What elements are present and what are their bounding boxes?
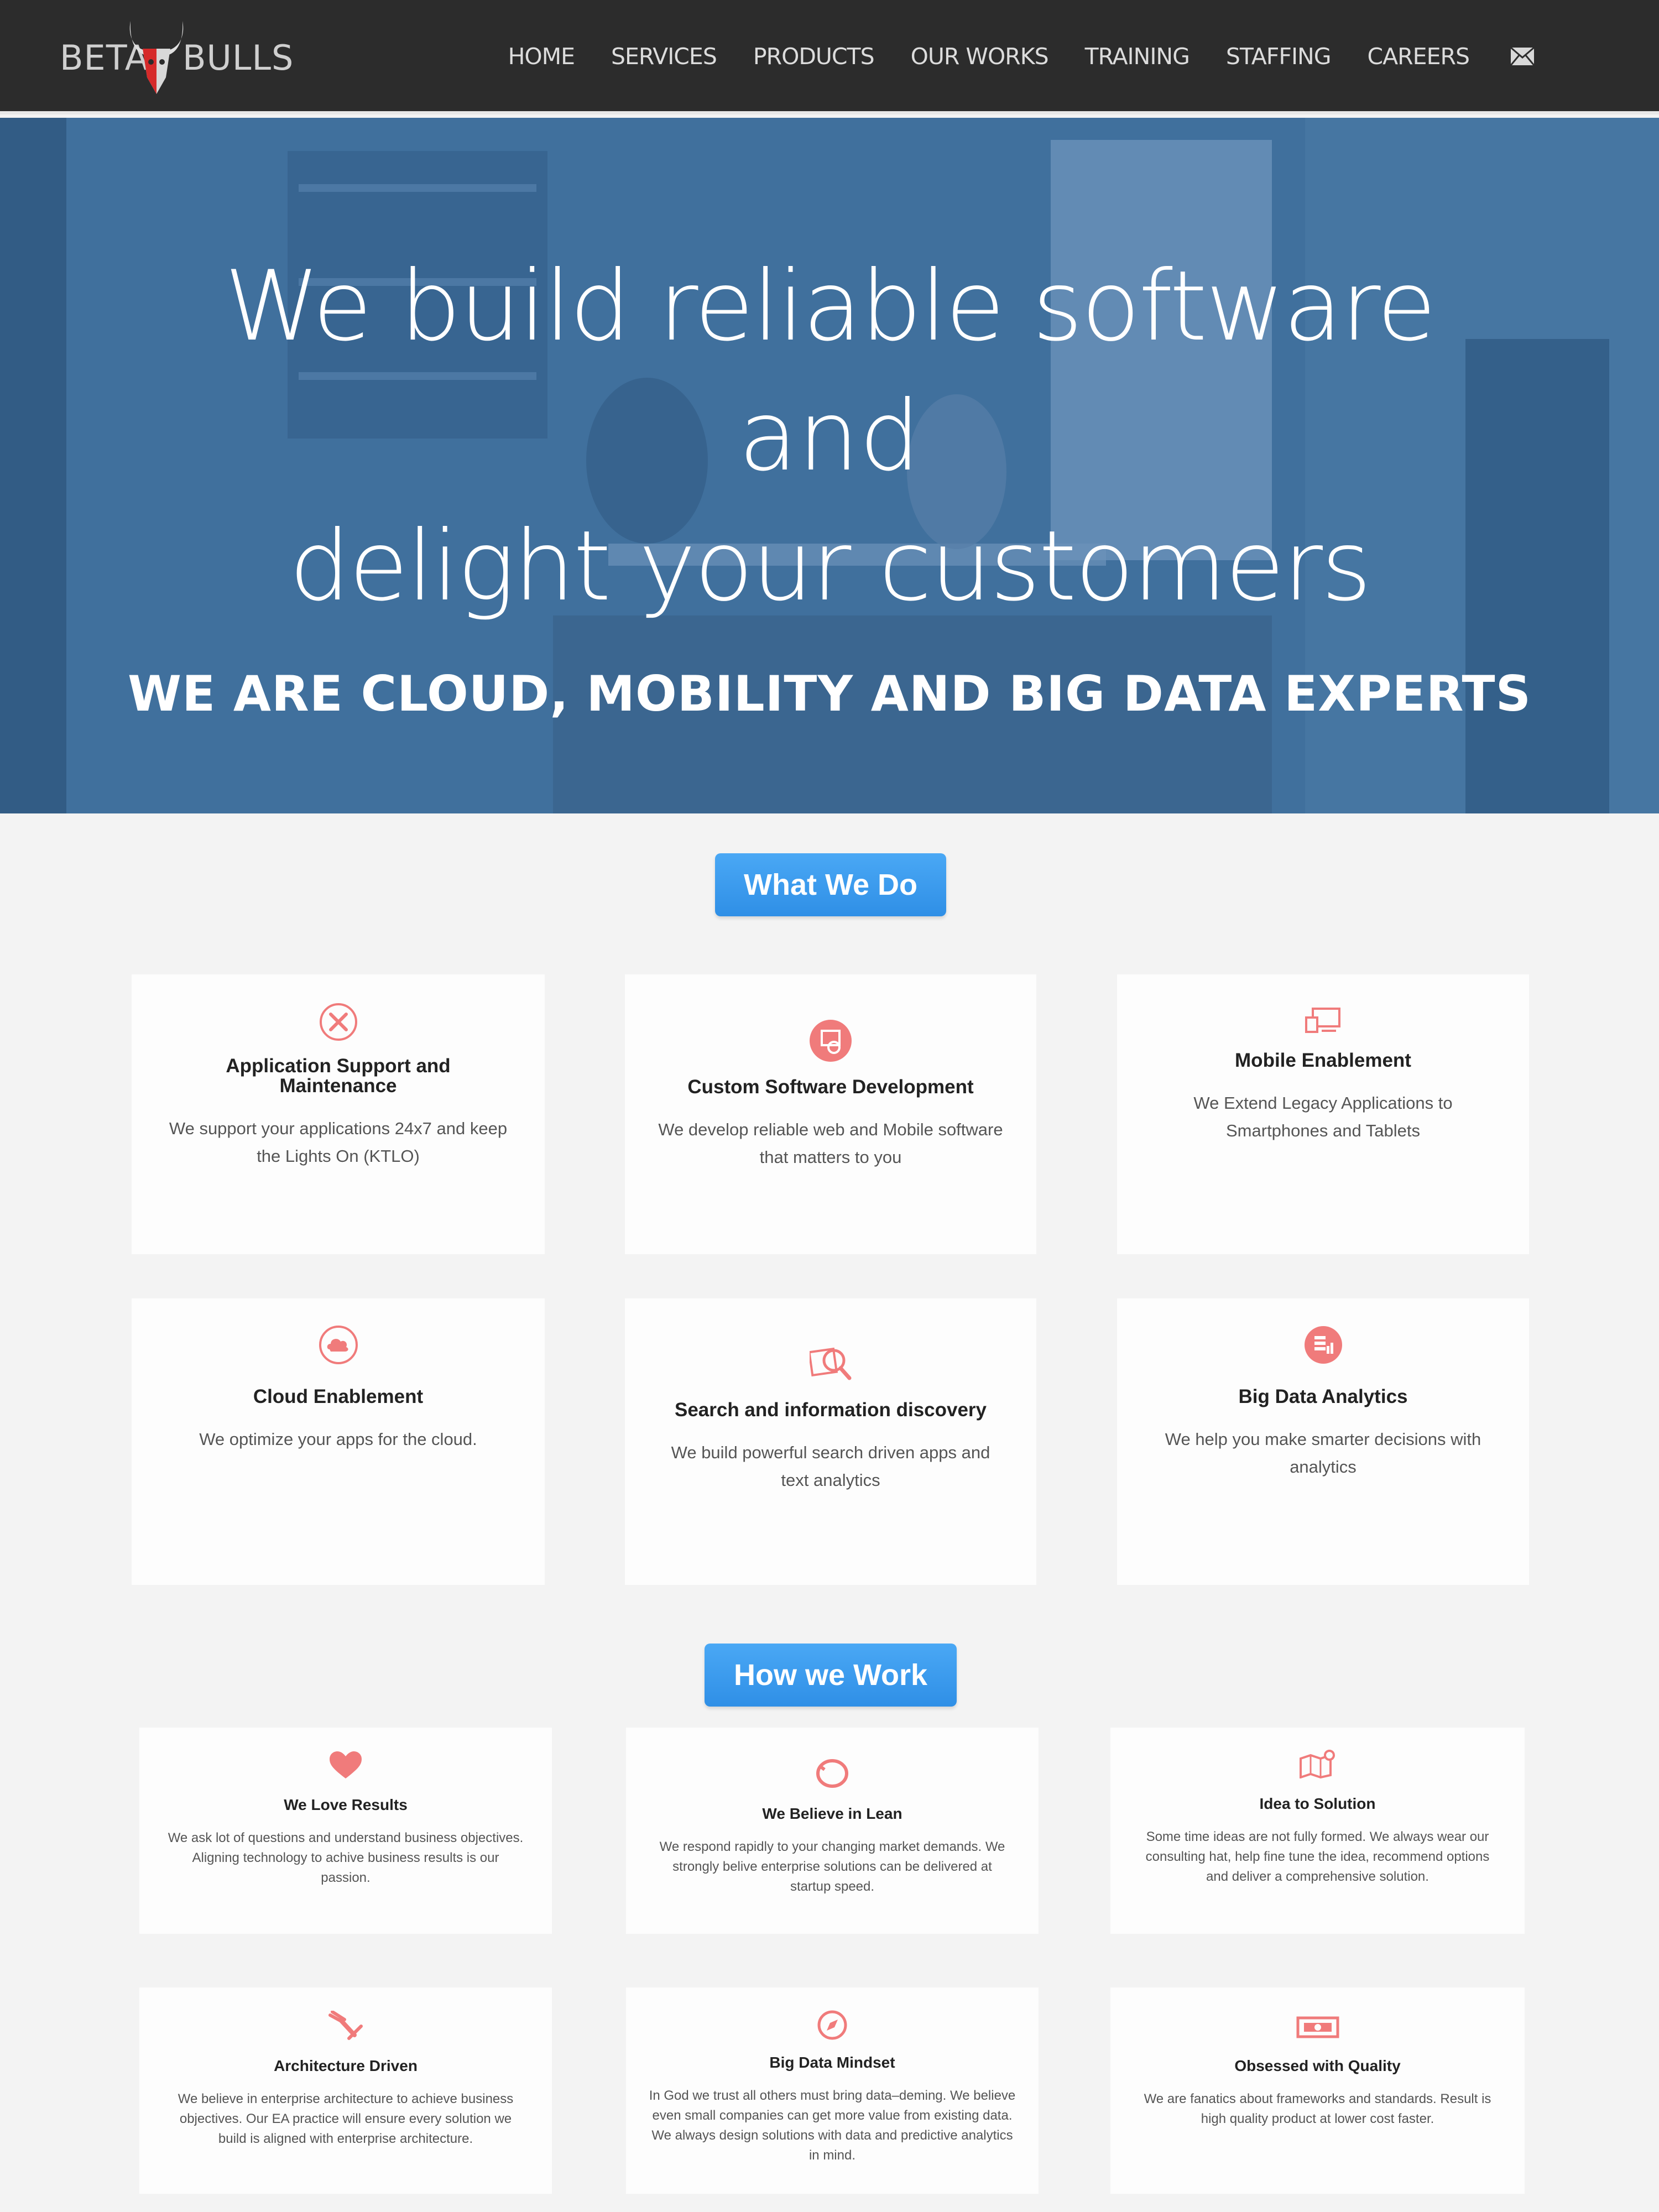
beta-bulls-logo[interactable]: BETA BULLS <box>60 17 293 100</box>
nav-our-works[interactable]: OUR WORKS <box>911 43 1049 70</box>
service-title: Mobile Enablement <box>1235 1050 1411 1071</box>
principle-description: In God we trust all others must bring da… <box>649 2088 1016 2163</box>
service-card-cloud-enablement: Cloud Enablement We optimize your apps f… <box>132 1298 545 1585</box>
service-title: Cloud Enablement <box>253 1386 424 1407</box>
service-description: We build powerful search driven apps and… <box>671 1443 990 1490</box>
map-icon <box>1299 1750 1335 1778</box>
principle-title: We Believe in Lean <box>762 1805 902 1822</box>
what-we-do-button[interactable]: What We Do <box>715 853 946 916</box>
principle-card-obsessed-with-quality: Obsessed with Quality We are fanatics ab… <box>1110 1987 1525 2194</box>
service-description: We help you make smarter decisions with … <box>1165 1430 1481 1477</box>
mail-icon[interactable] <box>1510 46 1535 66</box>
hero-headline-line-1: We build reliable software <box>224 251 1437 363</box>
principle-title: Obsessed with Quality <box>1234 2057 1401 2074</box>
service-card-big-data-analytics: Big Data Analytics We help you make smar… <box>1117 1298 1529 1585</box>
analytics-icon <box>1304 1326 1342 1364</box>
service-description: We support your applications 24x7 and ke… <box>169 1119 508 1166</box>
main-nav: HOME SERVICES PRODUCTS OUR WORKS TRAININ… <box>472 43 1535 70</box>
hero-headline-line-3: delight your customers <box>289 510 1372 623</box>
service-description: We develop reliable web and Mobile softw… <box>658 1120 1003 1167</box>
principle-title: Architecture Driven <box>274 2057 418 2074</box>
principle-card-architecture-driven: Architecture Driven We believe in enterp… <box>139 1987 552 2194</box>
principle-card-idea-to-solution: Idea to Solution Some time ideas are not… <box>1110 1728 1525 1934</box>
hero-headline-line-2: and <box>738 380 921 493</box>
principle-title: Big Data Mindset <box>769 2054 895 2071</box>
service-card-custom-software: Custom Software Development We develop r… <box>625 974 1036 1254</box>
service-title: Search and information discovery <box>674 1399 987 1421</box>
principle-description: We ask lot of questions and understand b… <box>168 1830 524 1885</box>
service-description: We optimize your apps for the cloud. <box>199 1430 477 1449</box>
service-card-application-support: Application Support and Maintenance We s… <box>132 974 545 1254</box>
service-card-search-discovery: Search and information discovery We buil… <box>625 1298 1036 1585</box>
lifebuoy-icon <box>816 1759 848 1788</box>
principle-description: We are fanatics about frameworks and sta… <box>1144 2091 1491 2126</box>
service-title: Custom Software Development <box>687 1076 974 1098</box>
code-icon <box>810 1020 852 1062</box>
heart-icon <box>330 1751 362 1778</box>
money-icon <box>1296 2016 1339 2038</box>
principle-description: Some time ideas are not fully formed. We… <box>1145 1829 1490 1884</box>
bull-head-icon <box>129 21 184 94</box>
principle-description: We respond rapidly to your changing mark… <box>659 1839 1005 1894</box>
service-card-mobile-enablement: Mobile Enablement We Extend Legacy Appli… <box>1117 974 1529 1254</box>
nav-products[interactable]: PRODUCTS <box>753 43 875 70</box>
nav-services[interactable]: SERVICES <box>611 43 717 70</box>
architecture-icon <box>328 2011 363 2040</box>
top-navigation-bar: BETA BULLS HOME SERVICES PRODUCTS OUR WO… <box>0 0 1659 114</box>
nav-careers[interactable]: CAREERS <box>1368 43 1470 70</box>
hero-subtitle: WE ARE CLOUD, MOBILITY AND BIG DATA EXPE… <box>128 665 1531 722</box>
devices-icon <box>1305 1008 1340 1033</box>
nav-staffing[interactable]: STAFFING <box>1226 43 1332 70</box>
logo-text-bulls: BULLS <box>182 38 294 78</box>
nav-training[interactable]: TRAINING <box>1085 43 1190 70</box>
service-title: Application Support and Maintenance <box>226 1055 451 1097</box>
how-we-work-button[interactable]: How we Work <box>705 1644 957 1707</box>
cloud-icon <box>319 1326 358 1364</box>
principle-card-we-believe-in-lean: We Believe in Lean We respond rapidly to… <box>626 1728 1039 1934</box>
principle-title: Idea to Solution <box>1259 1795 1376 1812</box>
search-icon <box>810 1347 852 1380</box>
hero-banner: We build reliable software and delight y… <box>0 118 1659 813</box>
principle-card-big-data-mindset: Big Data Mindset In God we trust all oth… <box>626 1987 1039 2194</box>
service-description: We Extend Legacy Applications to Smartph… <box>1193 1093 1453 1140</box>
nav-home[interactable]: HOME <box>508 43 575 70</box>
principle-title: We Love Results <box>284 1796 408 1813</box>
tools-icon <box>319 1003 357 1041</box>
principle-card-we-love-results: We Love Results We ask lot of questions … <box>139 1728 552 1934</box>
principle-description: We believe in enterprise architecture to… <box>178 2091 514 2146</box>
service-title: Big Data Analytics <box>1238 1386 1408 1407</box>
compass-icon <box>817 2010 847 2040</box>
